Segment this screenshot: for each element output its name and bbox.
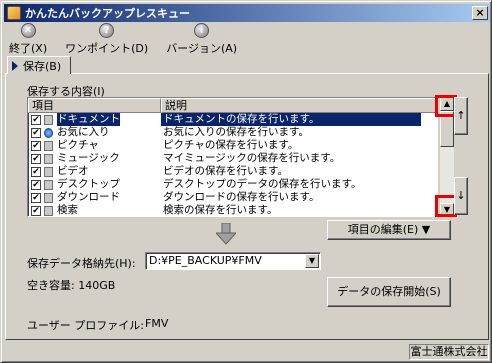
- status-bar: 富士通株式会社: [3, 344, 491, 361]
- item-description: ピクチャの保存を行います。: [163, 139, 299, 151]
- item-description: ダウンロードの保存を行います。: [163, 191, 320, 203]
- item-description: マイミュージックの保存を行います。: [163, 152, 341, 164]
- start-save-button[interactable]: データの保存開始(S): [327, 277, 451, 307]
- item-description: 検索の保存を行います。: [163, 204, 278, 216]
- favorites-icon: [44, 127, 53, 138]
- window-title: かんたんバックアップレスキュー: [25, 7, 190, 20]
- list-header: 項目 説明: [28, 98, 437, 113]
- list-item[interactable]: ✔ ビデオ ビデオの保存を行います。: [28, 165, 437, 178]
- app-icon: [7, 6, 21, 20]
- content-list[interactable]: 項目 説明 ✔ ドキュメント ドキュメントの保存を行います。 ✔ お気に入り お気に入りの…: [27, 97, 438, 217]
- profile-value: FMV: [145, 317, 169, 330]
- onepoint-button[interactable]: ? ワンポイント(D): [61, 23, 152, 55]
- folder-icon: [44, 166, 53, 177]
- item-name: ミュージック: [57, 152, 120, 164]
- item-name: 検索: [57, 204, 78, 216]
- profile-label: ユーザー プロファイル:: [27, 319, 144, 332]
- list-item[interactable]: ✔ ダウンロード ダウンロードの保存を行います。: [28, 191, 437, 204]
- chevron-down-icon[interactable]: ▼: [305, 254, 319, 268]
- folder-icon: [44, 192, 53, 203]
- edit-items-button[interactable]: 項目の編集(E) ▼: [327, 220, 451, 240]
- tab-save[interactable]: 保存(B): [7, 56, 71, 74]
- list-item[interactable]: ✔ ドキュメント ドキュメントの保存を行います。: [28, 113, 437, 126]
- destination-label: 保存データ格納先(H):: [27, 257, 136, 270]
- app-window: かんたんバックアップレスキュー × ✕ 終了(X) ? ワンポイント(D) i …: [0, 0, 492, 363]
- item-name: ビデオ: [57, 165, 89, 177]
- title-bar: かんたんバックアップレスキュー ×: [4, 4, 490, 22]
- exit-label: 終了(X): [9, 42, 48, 55]
- item-cell: ✔ ミュージック: [28, 152, 161, 165]
- item-checkbox[interactable]: ✔: [31, 179, 41, 190]
- item-cell: ✔ ドキュメント: [28, 113, 161, 126]
- toolbar: ✕ 終了(X) ? ワンポイント(D) i バージョン(A): [5, 23, 251, 55]
- list-item[interactable]: ✔ デスクトップ デスクトップのデータの保存を行います。: [28, 178, 437, 191]
- column-header-item[interactable]: 項目: [28, 98, 161, 113]
- item-cell: ✔ お気に入り: [28, 126, 161, 139]
- free-space-text: 空き容量: 140GB: [27, 279, 116, 292]
- destination-value: D:¥PE_BACKUP¥FMV: [149, 254, 262, 267]
- exit-icon: ✕: [20, 23, 36, 38]
- item-cell: ✔ デスクトップ: [28, 178, 161, 191]
- list-item[interactable]: ✔ ピクチャ ピクチャの保存を行います。: [28, 139, 437, 152]
- item-name: ダウンロード: [57, 191, 120, 203]
- item-cell: ✔ ビデオ: [28, 165, 161, 178]
- item-name: ドキュメント: [57, 113, 120, 126]
- folder-icon: [44, 153, 53, 164]
- item-checkbox[interactable]: ✔: [31, 114, 41, 125]
- item-name: ピクチャ: [57, 139, 99, 151]
- item-description: デスクトップのデータの保存を行います。: [163, 178, 362, 190]
- tab-save-label: 保存(B): [23, 59, 62, 73]
- close-button[interactable]: ×: [472, 6, 488, 20]
- item-checkbox[interactable]: ✔: [31, 166, 41, 177]
- item-description: お気に入りの保存を行います。: [163, 126, 309, 138]
- move-down-button[interactable]: ↓: [454, 177, 468, 215]
- folder-icon: [44, 205, 53, 216]
- list-rows: ✔ ドキュメント ドキュメントの保存を行います。 ✔ お気に入り お気に入りの保存を行いま…: [28, 113, 437, 216]
- folder-icon: [44, 114, 53, 125]
- info-icon: i: [194, 23, 210, 38]
- down-arrow-icon: [214, 222, 238, 245]
- version-label: バージョン(A): [166, 42, 238, 55]
- item-checkbox[interactable]: ✔: [31, 153, 41, 164]
- move-up-button[interactable]: ↑: [454, 97, 468, 135]
- column-header-description[interactable]: 説明: [161, 98, 437, 113]
- item-name: デスクトップ: [57, 178, 120, 190]
- list-item[interactable]: ✔ ミュージック マイミュージックの保存を行います。: [28, 152, 437, 165]
- item-checkbox[interactable]: ✔: [31, 192, 41, 203]
- help-icon: ?: [99, 23, 115, 38]
- item-name: お気に入り: [57, 126, 110, 138]
- tab-arrow-icon: [12, 60, 18, 71]
- item-checkbox[interactable]: ✔: [31, 205, 41, 216]
- item-cell: ✔ ピクチャ: [28, 139, 161, 152]
- list-item[interactable]: ✔ お気に入り お気に入りの保存を行います。: [28, 126, 437, 139]
- item-cell: ✔ 検索: [28, 204, 161, 216]
- list-item[interactable]: ✔ 検索 検索の保存を行います。: [28, 204, 437, 216]
- item-cell: ✔ ダウンロード: [28, 191, 161, 204]
- item-description: ビデオの保存を行います。: [163, 165, 288, 177]
- exit-button[interactable]: ✕ 終了(X): [5, 23, 51, 55]
- company-name: 富士通株式会社: [409, 344, 489, 360]
- item-checkbox[interactable]: ✔: [31, 127, 41, 138]
- version-button[interactable]: i バージョン(A): [162, 23, 241, 55]
- onepoint-label: ワンポイント(D): [65, 42, 149, 55]
- folder-icon: [44, 179, 53, 190]
- item-checkbox[interactable]: ✔: [31, 140, 41, 151]
- item-description: ドキュメントの保存を行います。: [161, 113, 421, 126]
- folder-icon: [44, 140, 53, 151]
- destination-select[interactable]: D:¥PE_BACKUP¥FMV ▼: [145, 252, 321, 270]
